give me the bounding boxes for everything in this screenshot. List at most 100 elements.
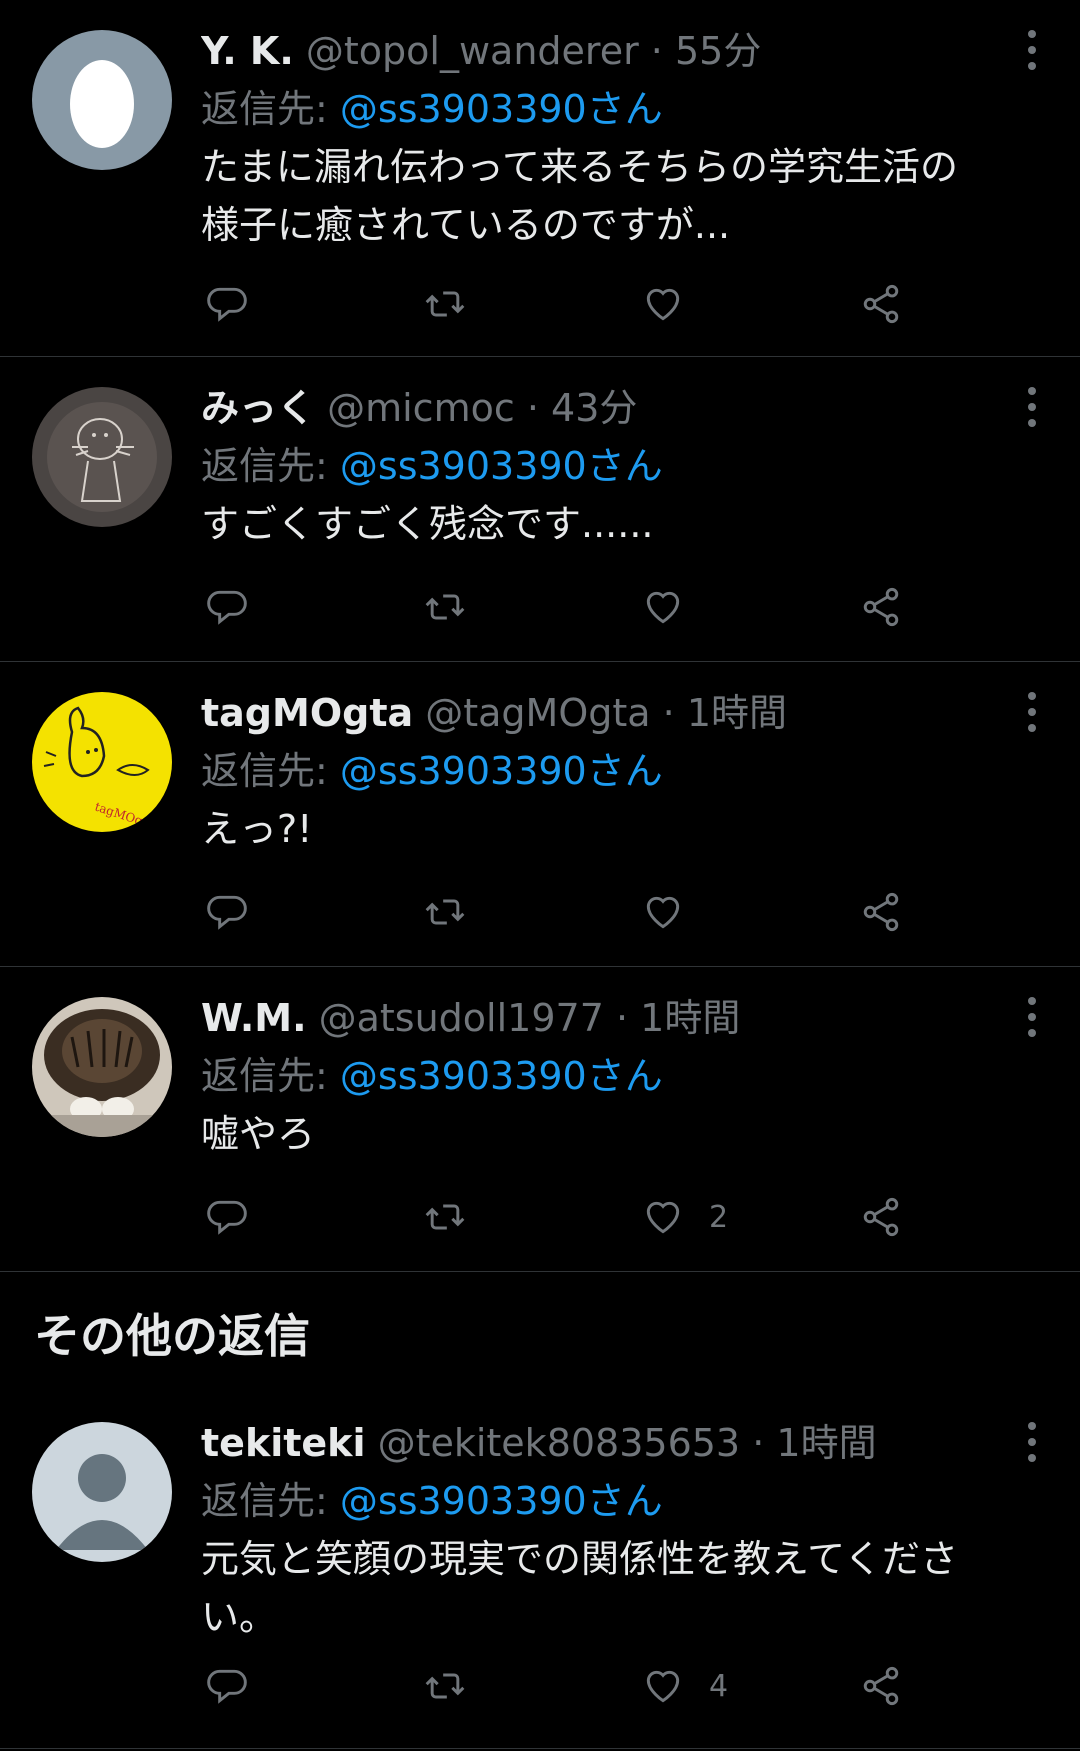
user-handle[interactable]: @micmoc — [327, 386, 515, 430]
retweet-icon — [425, 291, 465, 317]
tweet-text: すごくすごく残念です...... — [201, 495, 1000, 553]
tweet-text-line: たまに漏れ伝わって来るそちらの学究生活の — [201, 145, 958, 189]
like-button[interactable] — [641, 280, 709, 328]
reply-button[interactable] — [205, 1662, 249, 1710]
share-button[interactable] — [859, 1662, 903, 1710]
reply-button[interactable] — [205, 583, 249, 631]
separator: · — [650, 29, 663, 73]
retweet-button[interactable] — [423, 1193, 467, 1241]
retweet-icon — [425, 594, 465, 620]
user-handle[interactable]: @atsudoll1977 — [319, 996, 604, 1040]
reply-icon — [207, 895, 247, 930]
reply-button[interactable] — [205, 888, 249, 936]
retweet-button[interactable] — [423, 583, 467, 631]
display-name[interactable]: tagMOgta — [201, 691, 413, 735]
timestamp[interactable]: 55分 — [675, 29, 761, 73]
replying-to: 返信先: @ss3903390さん — [201, 437, 1000, 495]
user-handle[interactable]: @topol_wanderer — [306, 29, 639, 73]
timestamp[interactable]: 1時間 — [640, 996, 740, 1040]
section-title: その他の返信 — [34, 1309, 310, 1363]
retweet-button[interactable] — [423, 1662, 467, 1710]
reply-icon — [207, 287, 247, 322]
tweet-actions: 4 — [201, 1662, 921, 1710]
tweet[interactable]: tekiteki @tekitek80835653 · 1時間 返信先: @ss… — [0, 1392, 1080, 1749]
separator: · — [526, 386, 539, 430]
share-icon — [863, 892, 899, 932]
like-button[interactable] — [641, 888, 709, 936]
tweet-actions — [201, 888, 921, 936]
separator: · — [662, 691, 675, 735]
tweet-text: 嘘やろ — [201, 1105, 1000, 1163]
tweet-text-line: 嘘やろ — [201, 1112, 316, 1156]
reply-icon — [207, 1200, 247, 1235]
avatar[interactable] — [32, 387, 172, 527]
avatar[interactable] — [32, 1422, 172, 1562]
like-icon — [646, 1201, 680, 1234]
like-icon — [646, 288, 680, 321]
share-button[interactable] — [859, 888, 903, 936]
avatar[interactable] — [32, 30, 172, 170]
tweet[interactable]: Y. K. @topol_wanderer · 55分 返信先: @ss3903… — [0, 0, 1080, 357]
avatar[interactable] — [32, 997, 172, 1137]
tweet-text: 元気と笑顔の現実での関係性を教えてくださ い。 — [201, 1530, 1000, 1646]
replying-to: 返信先: @ss3903390さん — [201, 742, 1000, 800]
display-name[interactable]: tekiteki — [201, 1421, 365, 1465]
more-icon[interactable] — [1026, 30, 1038, 70]
reply-label: 返信先: — [201, 1479, 340, 1523]
tweet-text: たまに漏れ伝わって来るそちらの学究生活の 様子に癒されているのですが... — [201, 138, 1000, 254]
tweet-header: みっく @micmoc · 43分 — [201, 379, 1000, 437]
retweet-button[interactable] — [423, 280, 467, 328]
tweet-text-line: 様子に癒されているのですが... — [201, 203, 731, 247]
share-button[interactable] — [859, 1193, 903, 1241]
like-button[interactable]: 2 — [641, 1193, 728, 1241]
reply-label: 返信先: — [201, 87, 340, 131]
display-name[interactable]: Y. K. — [201, 29, 294, 73]
retweet-icon — [425, 1204, 465, 1230]
replying-to: 返信先: @ss3903390さん — [201, 1472, 1000, 1530]
user-handle[interactable]: @tekitek80835653 — [378, 1421, 741, 1465]
share-button[interactable] — [859, 583, 903, 631]
like-button[interactable] — [641, 583, 709, 631]
timestamp[interactable]: 1時間 — [776, 1421, 876, 1465]
user-handle[interactable]: @tagMOgta — [425, 691, 650, 735]
tweet-text-line: えっ?! — [201, 807, 313, 851]
display-name[interactable]: W.M. — [201, 996, 307, 1040]
separator: · — [752, 1421, 765, 1465]
tweet-text-line: 元気と笑顔の現実での関係性を教えてくださ — [201, 1537, 958, 1581]
reply-icon — [207, 590, 247, 625]
more-icon[interactable] — [1026, 692, 1038, 732]
like-icon — [646, 591, 680, 624]
share-icon — [863, 1197, 899, 1237]
tweet-text: えっ?! — [201, 800, 1000, 858]
like-button[interactable]: 4 — [641, 1662, 728, 1710]
reply-user-link[interactable]: @ss3903390さん — [340, 1479, 663, 1523]
reply-label: 返信先: — [201, 749, 340, 793]
tweet-text-line: い。 — [201, 1595, 278, 1639]
tweet[interactable]: tagMOgta© tagMOgta @tagMOgta · 1時間 返信先: … — [0, 662, 1080, 967]
reply-icon — [207, 1669, 247, 1704]
retweet-icon — [425, 1673, 465, 1699]
more-icon[interactable] — [1026, 997, 1038, 1037]
reply-user-link[interactable]: @ss3903390さん — [340, 87, 663, 131]
timestamp[interactable]: 43分 — [551, 386, 637, 430]
retweet-button[interactable] — [423, 888, 467, 936]
like-icon — [646, 896, 680, 929]
reply-user-link[interactable]: @ss3903390さん — [340, 749, 663, 793]
tweet[interactable]: みっく @micmoc · 43分 返信先: @ss3903390さん すごくす… — [0, 357, 1080, 662]
timestamp[interactable]: 1時間 — [687, 691, 787, 735]
more-icon[interactable] — [1026, 1422, 1038, 1462]
tweet-text-line: すごくすごく残念です...... — [201, 502, 654, 546]
reply-button[interactable] — [205, 1193, 249, 1241]
tweet[interactable]: W.M. @atsudoll1977 · 1時間 返信先: @ss3903390… — [0, 967, 1080, 1272]
retweet-icon — [425, 899, 465, 925]
share-icon — [863, 284, 899, 324]
avatar[interactable]: tagMOgta© — [32, 692, 172, 832]
share-button[interactable] — [859, 280, 903, 328]
more-icon[interactable] — [1026, 387, 1038, 427]
display-name[interactable]: みっく — [201, 386, 315, 430]
tweet-actions: 2 — [201, 1193, 921, 1241]
reply-user-link[interactable]: @ss3903390さん — [340, 444, 663, 488]
reply-button[interactable] — [205, 280, 249, 328]
reply-user-link[interactable]: @ss3903390さん — [340, 1054, 663, 1098]
tweet-header: tekiteki @tekitek80835653 · 1時間 — [201, 1414, 1000, 1472]
